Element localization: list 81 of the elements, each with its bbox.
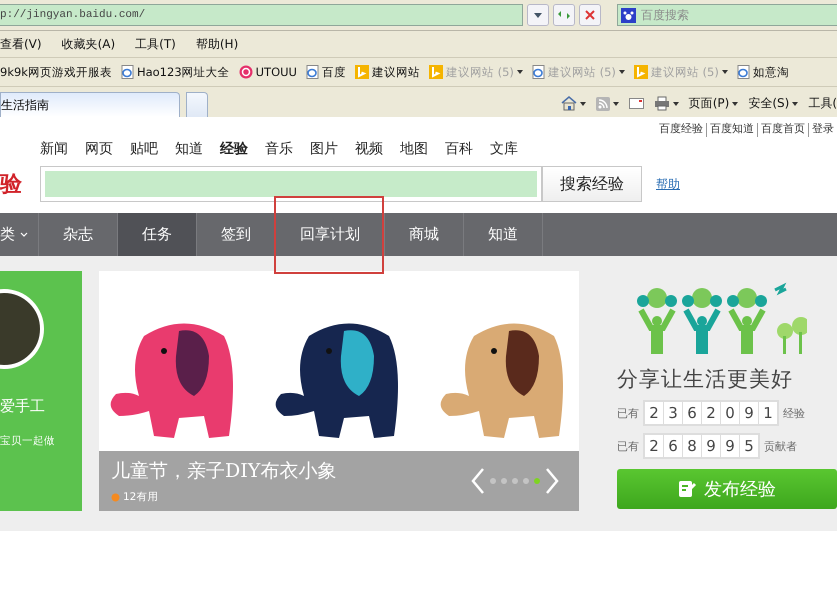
counter-digit: 5 [740, 435, 758, 457]
bing-logo-icon [428, 65, 443, 79]
top-link[interactable]: 百度经验 [656, 123, 706, 137]
refresh-button[interactable] [553, 4, 575, 26]
home-icon[interactable] [560, 96, 577, 111]
top-link[interactable]: 登录 [808, 123, 837, 137]
top-link[interactable]: 百度知道 [706, 123, 757, 137]
help-link[interactable]: 帮助 [656, 176, 680, 192]
printer-icon[interactable] [654, 96, 670, 111]
slide-dot[interactable] [534, 478, 540, 484]
channel-link[interactable]: 经验 [220, 140, 248, 158]
channel-link[interactable]: 网页 [85, 140, 113, 158]
channel-link[interactable]: 贴吧 [130, 140, 158, 158]
slide-dot[interactable] [490, 478, 496, 484]
counter-digit: 6 [683, 402, 701, 424]
channel-link[interactable]: 知道 [175, 140, 203, 158]
counter-digit: 2 [702, 402, 720, 424]
favorite-link[interactable]: Hao123网址大全 [120, 64, 230, 80]
slogan: 分享让生活更美好 [617, 366, 793, 393]
counter-digit: 0 [721, 402, 739, 424]
nav-tab[interactable]: 任务 [118, 213, 197, 256]
browser-tab[interactable] [186, 92, 208, 117]
command-menu[interactable]: 安全(S) [748, 95, 798, 112]
counter-digit: 2 [645, 402, 663, 424]
bing-logo-icon [634, 65, 648, 79]
counter-digit: 6 [664, 435, 682, 457]
search-input[interactable] [40, 166, 542, 202]
menu-item[interactable]: 工具(T) [135, 36, 176, 52]
slide-dot[interactable] [523, 478, 529, 484]
menu-item[interactable]: 收藏夹(A) [62, 36, 116, 52]
stat-prefix: 已有 [617, 438, 639, 454]
counter-digit: 3 [664, 402, 682, 424]
menu-item[interactable]: 帮助(H) [196, 36, 238, 52]
channel-link[interactable]: 图片 [310, 140, 338, 158]
channel-link[interactable]: 视频 [355, 140, 383, 158]
stat-prefix: 已有 [617, 406, 639, 420]
channel-link[interactable]: 文库 [490, 140, 518, 158]
favorite-link[interactable]: 百度 [306, 64, 346, 80]
mail-icon[interactable] [628, 98, 644, 109]
chevron-down-icon [534, 12, 542, 18]
close-icon [585, 10, 595, 20]
favorite-link[interactable]: 9k9k网页游戏开服表 [0, 64, 112, 80]
channel-link[interactable]: 地图 [400, 140, 428, 158]
page-icon [306, 65, 319, 79]
counter-digit: 9 [740, 402, 758, 424]
menu-item[interactable]: 查看(V) [0, 36, 42, 52]
refresh-icon [557, 10, 571, 20]
author-note: 宝贝一起做 [0, 434, 55, 448]
browser-tab[interactable]: 生活指南 [0, 92, 180, 117]
address-dropdown-button[interactable] [527, 4, 549, 26]
page-icon [532, 65, 545, 79]
swirl-logo-icon [238, 65, 253, 79]
command-menu[interactable]: 工具( [808, 95, 837, 112]
useful-count: 12有用 [111, 490, 336, 504]
command-menu[interactable]: 页面(P) [688, 95, 738, 112]
stat-label: 贡献者 [764, 438, 797, 454]
favorite-link[interactable]: 建议网站 [354, 64, 420, 80]
slide-dot[interactable] [512, 478, 518, 484]
counter-digit: 9 [702, 435, 720, 457]
counter-digit: 1 [759, 402, 777, 424]
counter-digit: 8 [683, 435, 701, 457]
favorite-link[interactable]: UTOUU [238, 65, 297, 79]
channel-link[interactable]: 音乐 [265, 140, 293, 158]
edit-icon [678, 479, 698, 499]
slide-dot[interactable] [501, 478, 507, 484]
page-icon [736, 65, 750, 79]
top-link[interactable]: 百度首页 [757, 123, 808, 137]
channel-link[interactable]: 新闻 [40, 140, 68, 158]
bing-logo-icon [354, 65, 369, 79]
paw-logo-icon [621, 8, 636, 22]
search-button[interactable]: 搜索经验 [542, 166, 642, 202]
favorite-link[interactable]: 如意淘 [736, 64, 789, 80]
feed-icon[interactable] [596, 96, 610, 110]
counter-digit: 9 [721, 435, 739, 457]
channel-link[interactable]: 百科 [445, 140, 473, 158]
stop-button[interactable] [579, 4, 601, 26]
counter-digit: 2 [645, 435, 663, 457]
thumb-icon [111, 492, 120, 502]
stat-label: 经验 [783, 406, 805, 420]
address-field[interactable]: p://jingyan.baidu.com/ [0, 4, 523, 26]
page-icon [120, 65, 134, 79]
